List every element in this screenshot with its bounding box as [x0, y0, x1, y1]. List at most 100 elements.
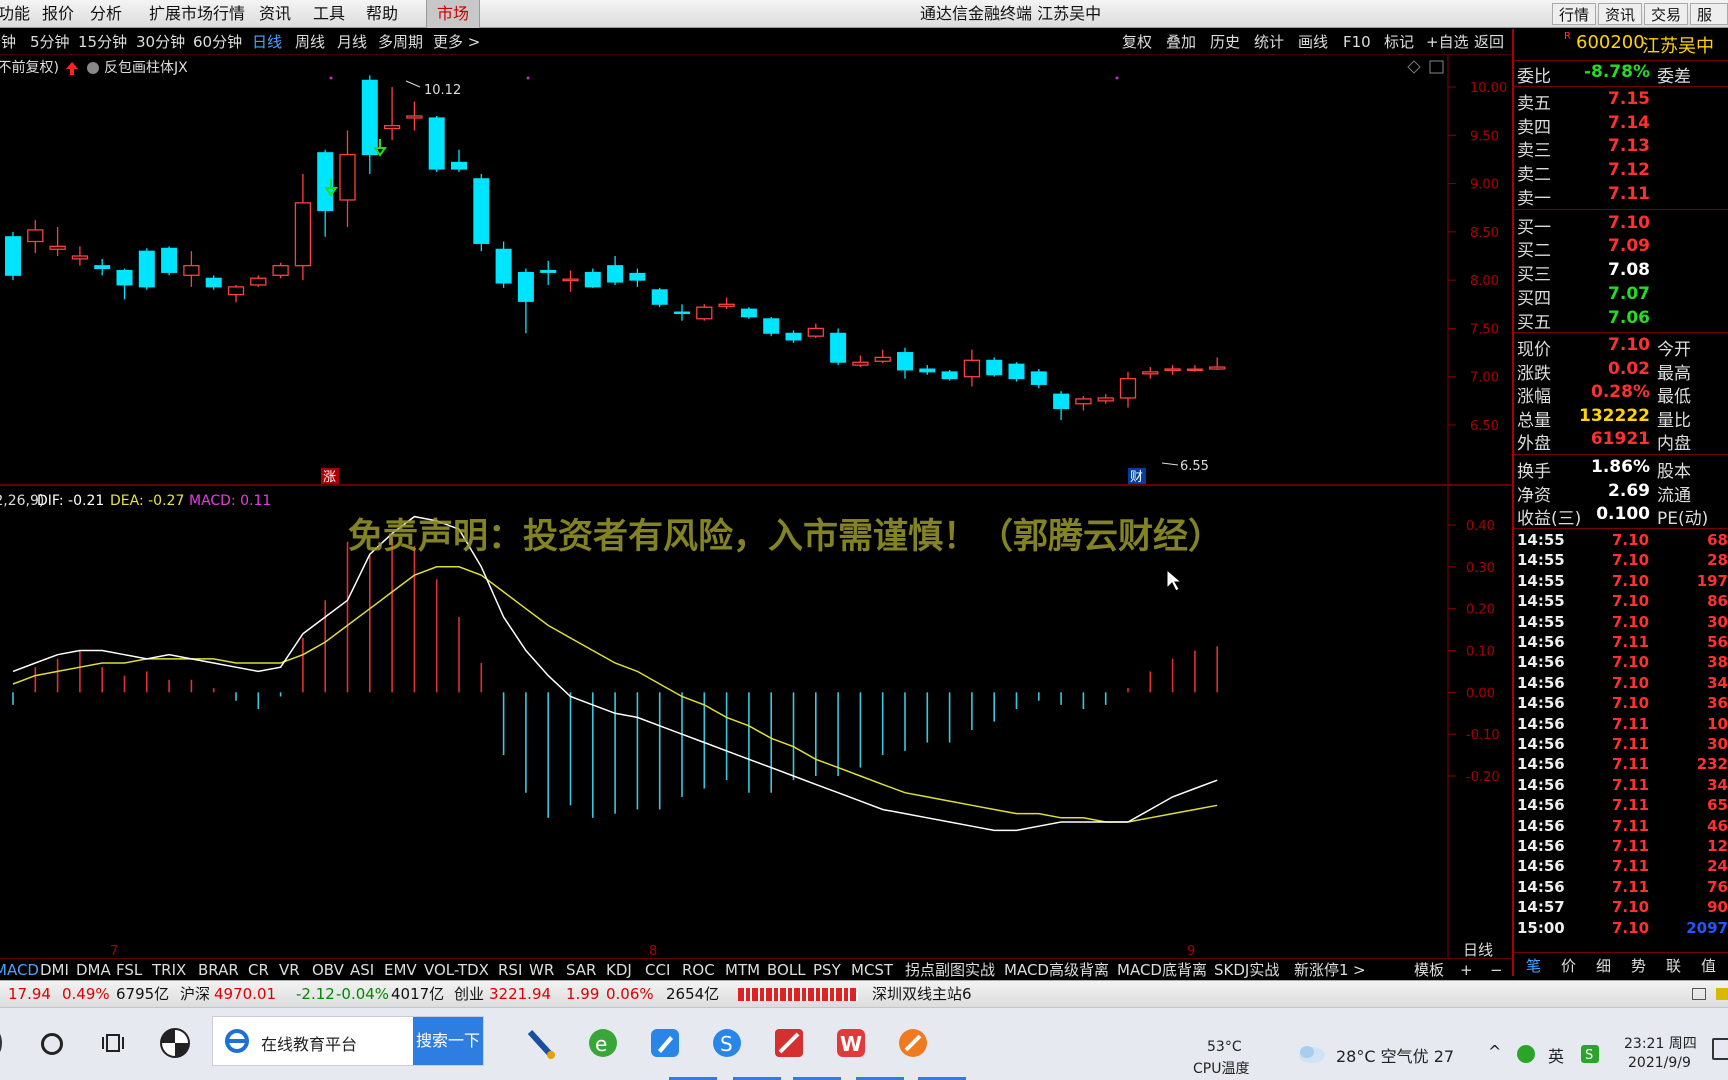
formula-name[interactable]: 反包画柱体JX	[104, 60, 188, 76]
menu-help[interactable]: 帮助	[356, 0, 408, 28]
browser-green-icon[interactable]: e	[586, 1026, 620, 1060]
search-button[interactable]: 搜索一下	[413, 1017, 483, 1065]
bid-row[interactable]: 买一 7.10	[1514, 213, 1728, 238]
indicator-tab[interactable]: >	[1353, 959, 1366, 981]
tool-mark[interactable]: 标记	[1384, 29, 1414, 55]
menu-market[interactable]: 市场	[426, 0, 481, 28]
stock-name[interactable]: 江苏吴中	[1642, 32, 1714, 58]
menu-extended-market[interactable]: 扩展市场行情	[139, 0, 255, 28]
pen-app-icon[interactable]	[524, 1026, 558, 1060]
tool-history[interactable]: 历史	[1210, 29, 1240, 55]
app-red-icon[interactable]	[772, 1026, 806, 1060]
taskbar-search-box[interactable]: 在线教育平台 搜索一下	[212, 1016, 484, 1066]
indicator-tab[interactable]: CCI	[645, 959, 670, 981]
status-sh-value[interactable]: 17.94	[8, 981, 51, 1008]
wps-icon[interactable]: W	[834, 1026, 868, 1060]
menu-quotes[interactable]: 报价	[32, 0, 84, 28]
tab-trend[interactable]: 势	[1631, 955, 1646, 976]
indicator-tab[interactable]: VR	[279, 959, 300, 981]
period-30min[interactable]: 30分钟	[136, 29, 185, 55]
zhang-badge[interactable]: 涨	[323, 470, 336, 485]
period-60min[interactable]: 60分钟	[193, 29, 242, 55]
period-1min[interactable]: 分钟	[0, 29, 16, 55]
app-orange-icon[interactable]	[896, 1026, 930, 1060]
menu-analysis[interactable]: 分析	[80, 0, 132, 28]
cai-badge[interactable]: 财	[1130, 470, 1143, 485]
ask-row[interactable]: 卖四 7.14	[1514, 113, 1728, 138]
indicator-tab[interactable]: CR	[248, 959, 269, 981]
tab-detail[interactable]: 细	[1596, 955, 1611, 976]
app-pinwheel-icon[interactable]	[158, 1026, 192, 1060]
indicator-tab[interactable]: PSY	[813, 959, 841, 981]
period-weekly[interactable]: 周线	[295, 29, 325, 55]
window-restore-icon[interactable]	[1692, 988, 1706, 1000]
add-indicator-button[interactable]: +	[1460, 959, 1473, 981]
indicator-tab[interactable]: SAR	[566, 959, 596, 981]
top-button-service[interactable]: 服务	[1690, 3, 1728, 46]
bid-row[interactable]: 买五 7.06	[1514, 308, 1728, 333]
period-monthly[interactable]: 月线	[337, 29, 367, 55]
cortana-icon[interactable]	[41, 1033, 63, 1055]
indicator-tab[interactable]: ROC	[682, 959, 715, 981]
bid-row[interactable]: 买二 7.09	[1514, 236, 1728, 261]
indicator-tab[interactable]: BRAR	[198, 959, 239, 981]
indicator-tab[interactable]: ASI	[350, 959, 374, 981]
sogou-icon[interactable]: S	[710, 1026, 744, 1060]
ask-row[interactable]: 卖三 7.13	[1514, 136, 1728, 161]
indicator-tab[interactable]: RSI	[498, 959, 522, 981]
app-blue-icon[interactable]	[648, 1026, 682, 1060]
kline-chart[interactable]: (不前复权) 反包画柱体JX 10.00 9.50 9.00 8.50 8.00 7.50…	[0, 55, 1512, 958]
tool-draw[interactable]: 画线	[1298, 29, 1328, 55]
formula-toggle-icon[interactable]	[87, 62, 99, 74]
ask-row[interactable]: 卖一 7.11	[1514, 184, 1728, 209]
weather-text[interactable]: 28°C 空气优 27	[1336, 1043, 1454, 1067]
indicator-tab[interactable]: MACD底背离	[1117, 959, 1207, 981]
top-button-news[interactable]: 资讯	[1598, 3, 1643, 25]
indicator-tab[interactable]: 拐点副图实战	[905, 959, 995, 981]
task-view-icon[interactable]	[102, 1032, 124, 1054]
tool-f10[interactable]: F10	[1343, 29, 1371, 55]
template-button[interactable]: 模板	[1414, 959, 1444, 981]
indicator-tab[interactable]: OBV	[312, 959, 344, 981]
tool-add-watchlist[interactable]: +自选	[1426, 29, 1469, 55]
indicator-tab[interactable]: MCST	[851, 959, 893, 981]
indicator-tab[interactable]: FSL	[116, 959, 142, 981]
tool-stats[interactable]: 统计	[1254, 29, 1284, 55]
indicator-tab[interactable]: VOL-TDX	[424, 959, 489, 981]
start-icon[interactable]	[0, 1030, 2, 1056]
status-cy-label[interactable]: 创业	[454, 981, 484, 1008]
tool-overlay[interactable]: 叠加	[1166, 29, 1196, 55]
period-15min[interactable]: 15分钟	[78, 29, 127, 55]
notification-icon[interactable]	[1712, 1038, 1728, 1060]
status-hs-label[interactable]: 沪深	[180, 981, 210, 1008]
indicator-tab[interactable]: DMI	[40, 959, 69, 981]
ime-indicator[interactable]: 英	[1548, 1043, 1564, 1067]
period-5min[interactable]: 5分钟	[30, 29, 70, 55]
tab-trades[interactable]: 笔	[1526, 955, 1541, 976]
menu-news[interactable]: 资讯	[249, 0, 301, 28]
menu-tools[interactable]: 工具	[303, 0, 355, 28]
indicator-tab[interactable]: MACD	[0, 959, 39, 981]
indicator-tab[interactable]: KDJ	[606, 959, 632, 981]
period-more[interactable]: 更多 >	[433, 29, 480, 55]
stock-code[interactable]: 600200	[1576, 32, 1645, 53]
clock-date[interactable]: 2021/9/9	[1628, 1055, 1691, 1071]
bid-row[interactable]: 买三 7.08	[1514, 260, 1728, 285]
clock-time[interactable]: 23:21 周四	[1624, 1033, 1697, 1053]
indicator-tab[interactable]: EMV	[384, 959, 417, 981]
tool-adjust[interactable]: 复权	[1122, 29, 1152, 55]
ask-row[interactable]: 卖五 7.15	[1514, 89, 1728, 114]
tray-chevron-icon[interactable]: ^	[1488, 1042, 1501, 1061]
top-button-trade[interactable]: 交易	[1644, 3, 1689, 25]
indicator-tab[interactable]: MTM	[725, 959, 760, 981]
indicator-tab[interactable]: SKDJ实战	[1214, 959, 1279, 981]
bid-row[interactable]: 买四 7.07	[1514, 284, 1728, 309]
indicator-tab[interactable]: DMA	[76, 959, 111, 981]
tool-back[interactable]: 返回	[1474, 29, 1504, 55]
remove-indicator-button[interactable]: −	[1490, 959, 1503, 981]
tray-app-icon[interactable]	[1516, 1044, 1536, 1064]
tab-value[interactable]: 值	[1701, 955, 1716, 976]
tray-s-icon[interactable]: S	[1580, 1044, 1600, 1064]
fq-label[interactable]: (不前复权)	[0, 59, 59, 76]
indicator-tab[interactable]: 新涨停1	[1294, 959, 1349, 981]
